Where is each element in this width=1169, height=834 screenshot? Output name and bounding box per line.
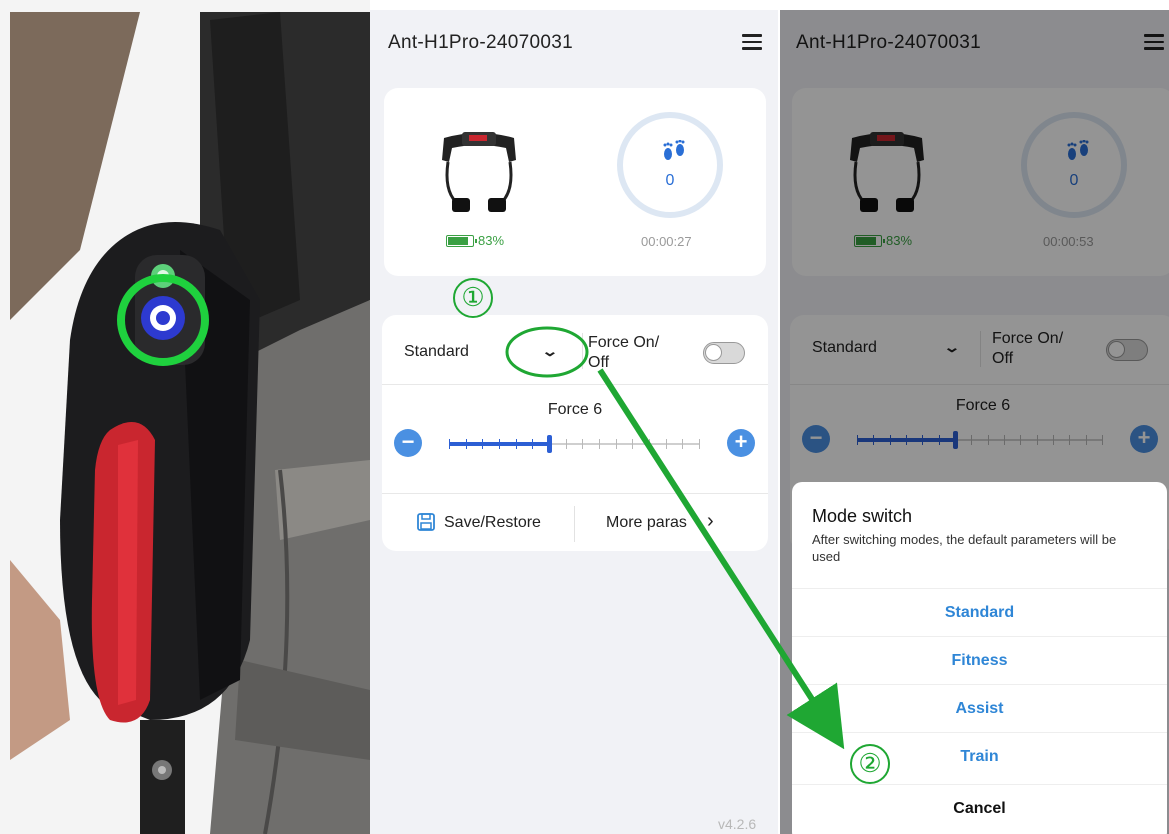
menu-icon[interactable] — [742, 34, 762, 50]
save-icon — [417, 513, 435, 531]
force-toggle-label: Force On/ Off — [588, 333, 659, 373]
more-params-button[interactable]: More paras — [606, 514, 687, 532]
control-card: Standard ⌄ Force On/ Off Force 6 − + — [382, 315, 768, 551]
sheet-description: After switching modes, the default param… — [812, 532, 1117, 564]
mode-switch-sheet: Mode switch After switching modes, the d… — [792, 482, 1167, 834]
slider-tick — [632, 439, 634, 449]
mode-option-standard[interactable]: Standard — [792, 588, 1167, 636]
device-photo — [0, 0, 370, 834]
step-2-marker: ② — [850, 744, 890, 784]
slider-tick — [649, 439, 650, 449]
step-count: 0 — [665, 172, 675, 189]
slider-tick — [482, 439, 484, 449]
mode-option-assist[interactable]: Assist — [792, 684, 1167, 732]
status-card: 83% 0 00:00:27 — [384, 88, 766, 276]
device-title: Ant-H1Pro-24070031 — [388, 32, 573, 53]
force-toggle[interactable] — [703, 342, 745, 364]
step-1-marker: ① — [453, 278, 493, 318]
exoskeleton-device-icon — [442, 132, 516, 212]
force-slider[interactable] — [449, 435, 700, 453]
action-row: Save/Restore More paras › — [382, 493, 768, 551]
mode-option-fitness[interactable]: Fitness — [792, 636, 1167, 684]
slider-tick — [665, 439, 667, 449]
chevron-down-icon[interactable]: ⌄ — [541, 343, 559, 360]
save-restore-button[interactable]: Save/Restore — [444, 514, 541, 532]
session-timer: 00:00:27 — [641, 234, 692, 249]
increase-force-button[interactable]: + — [727, 429, 755, 457]
composite-screenshot: Ant-H1Pro-24070031 83% 0 00:00:27 Standa… — [0, 0, 1169, 834]
slider-tick — [499, 439, 500, 449]
slider-tick — [699, 439, 700, 449]
app-version: v4.2.6 — [718, 816, 757, 832]
mode-row: Standard ⌄ Force On/ Off — [382, 315, 768, 385]
decrease-force-button[interactable]: − — [394, 429, 422, 457]
slider-tick — [449, 439, 450, 449]
mode-option-train[interactable]: Train — [792, 732, 1167, 780]
chevron-right-icon[interactable]: › — [707, 510, 714, 533]
footprints-icon — [663, 140, 685, 160]
slider-tick — [465, 439, 467, 449]
app-screen-main: Ant-H1Pro-24070031 83% 0 00:00:27 Standa… — [370, 10, 778, 834]
slider-tick — [615, 439, 617, 449]
force-level-label: Force 6 — [547, 401, 603, 418]
slider-tick — [582, 439, 584, 449]
slider-tick — [565, 439, 567, 449]
slider-tick — [599, 439, 600, 449]
force-toggle-label-line1: Force On/ — [588, 334, 660, 351]
exoskeleton-hip-photo — [0, 0, 370, 834]
slider-tick — [515, 439, 517, 449]
battery-indicator: 83% — [446, 233, 504, 248]
slider-tick — [532, 439, 534, 449]
battery-icon — [446, 234, 477, 247]
force-toggle-label-line2: Off — [588, 354, 610, 371]
battery-percent: 83% — [478, 233, 505, 248]
cancel-button[interactable]: Cancel — [792, 784, 1167, 832]
app-header: Ant-H1Pro-24070031 — [370, 10, 778, 70]
slider-tick — [682, 439, 684, 449]
step-counter-ring: 0 — [617, 112, 723, 218]
mode-value[interactable]: Standard — [404, 343, 469, 361]
divider — [582, 333, 583, 369]
sheet-title: Mode switch — [812, 506, 913, 526]
divider — [574, 506, 575, 542]
slider-thumb[interactable] — [547, 435, 552, 453]
app-screen-mode-switch: Ant-H1Pro-24070031 83% 0 00:00:53 Standa… — [780, 10, 1169, 834]
